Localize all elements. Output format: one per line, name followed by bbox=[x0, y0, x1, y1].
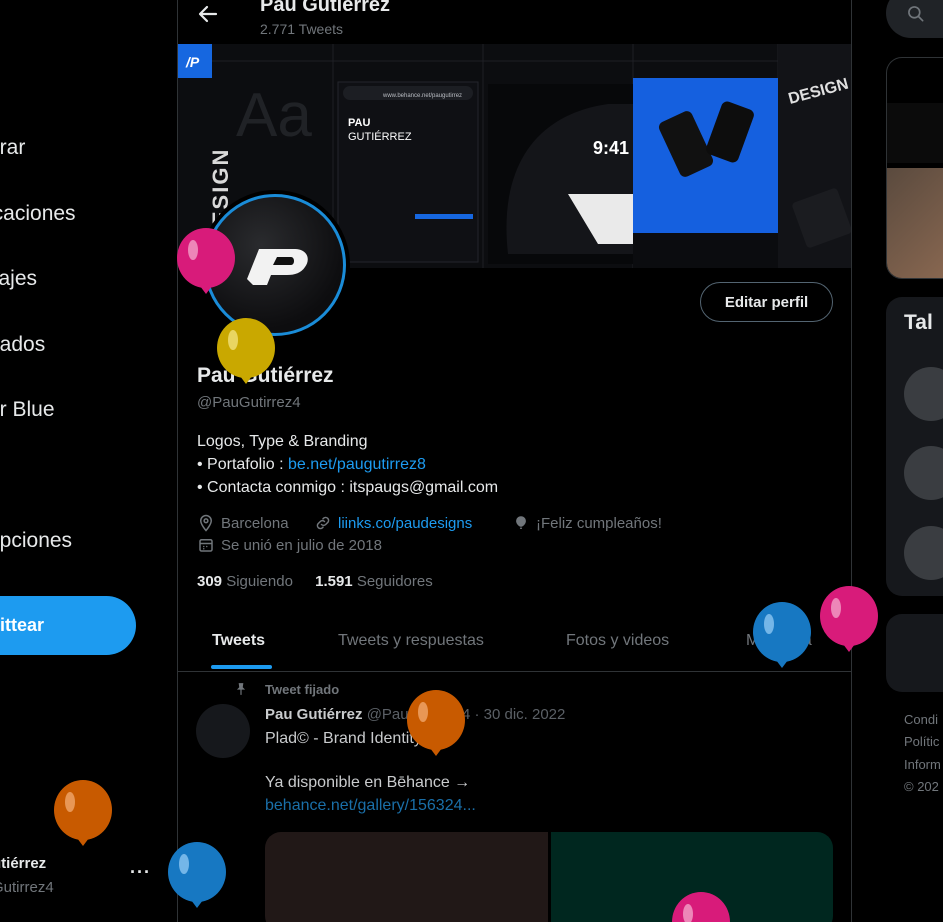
tweet-author-avatar[interactable] bbox=[196, 704, 250, 758]
birthday-text: ¡Feliz cumpleaños! bbox=[536, 514, 662, 532]
suggestion-avatar-3[interactable] bbox=[904, 526, 943, 580]
pau-logo-icon bbox=[247, 249, 308, 285]
account-name[interactable]: utiérrez bbox=[0, 855, 46, 872]
tweet-media[interactable] bbox=[265, 832, 833, 922]
profile-avatar[interactable] bbox=[204, 194, 346, 336]
tweet-button[interactable]: ittear bbox=[0, 596, 136, 655]
suggestion-avatar-1[interactable] bbox=[904, 367, 943, 421]
nav-item-notifications[interactable]: icaciones bbox=[0, 202, 76, 226]
svg-text:/P: /P bbox=[185, 54, 200, 70]
tweet-text-line-2: Ya disponible en Bēhance → bbox=[265, 774, 471, 791]
banner-clock: 9:41 bbox=[593, 138, 629, 158]
tweet-handle-date: @PauGutirrez4 · 30 dic. 2022 bbox=[366, 706, 566, 723]
banner-url: www.behance.net/paugutirrez bbox=[382, 93, 462, 99]
media-preview-2[interactable] bbox=[887, 168, 943, 278]
link-icon bbox=[316, 516, 330, 530]
profile-column: Pau Gutiérrez 2.771 Tweets /P Aa DESIGN … bbox=[177, 0, 852, 922]
nav-item-bookmarks[interactable]: dados bbox=[0, 333, 45, 357]
following-label: Siguiendo bbox=[226, 573, 293, 590]
joined-text: Se unió en julio de 2018 bbox=[221, 536, 382, 554]
footer-privacy[interactable]: Polític bbox=[904, 734, 939, 749]
nav-item-messages[interactable]: sajes bbox=[0, 267, 37, 291]
left-navigation: o orar icaciones sajes dados er Blue l o… bbox=[0, 0, 177, 922]
nav-item-explore[interactable]: orar bbox=[0, 136, 25, 160]
bio-line-1: Logos, Type & Branding bbox=[197, 433, 368, 450]
tweet-link[interactable]: behance.net/gallery/156324... bbox=[265, 797, 476, 815]
follow-stats: 309 Siguiendo 1.591 Seguidores bbox=[197, 573, 433, 590]
nav-item-twitter-blue[interactable]: er Blue bbox=[0, 398, 55, 422]
media-preview-card[interactable] bbox=[886, 57, 943, 279]
balloon-icon bbox=[516, 516, 526, 529]
search-icon bbox=[908, 6, 924, 22]
followers-label: Seguidores bbox=[356, 573, 433, 590]
banner-brand-name-2: GUTIÉRREZ bbox=[348, 130, 412, 143]
tab-tweets[interactable]: Tweets bbox=[212, 612, 265, 670]
bio-portfolio-link[interactable]: be.net/paugutirrez8 bbox=[288, 456, 426, 473]
search-input[interactable] bbox=[886, 0, 943, 38]
location-pin-icon bbox=[199, 514, 213, 532]
active-tab-indicator bbox=[211, 665, 272, 669]
suggestions-title: Tal bbox=[904, 311, 933, 334]
tweet-author-name: Pau Gutiérrez bbox=[265, 706, 363, 723]
location-text: Barcelona bbox=[221, 514, 289, 532]
website-link[interactable]: liinks.co/paudesigns bbox=[338, 515, 472, 532]
following-link[interactable]: 309 Siguiendo bbox=[197, 573, 293, 590]
bio-line-2: • Portafolio : be.net/paugutirrez8 bbox=[197, 456, 426, 474]
edit-profile-button[interactable]: Editar perfil bbox=[700, 282, 833, 322]
tab-tweets-and-replies[interactable]: Tweets y respuestas bbox=[338, 612, 484, 670]
profile-handle: @PauGutirrez4 bbox=[197, 394, 301, 411]
profile-tabs: Tweets Tweets y respuestas Fotos y video… bbox=[178, 612, 851, 672]
tweet-media-image-2[interactable] bbox=[551, 832, 833, 922]
right-sidebar: Tal Condi Polític Inform © 202 bbox=[852, 0, 943, 922]
nav-item-more-options[interactable]: opciones bbox=[0, 529, 72, 553]
footer-terms[interactable]: Condi bbox=[904, 712, 938, 727]
tweet-media-image-1[interactable] bbox=[265, 832, 548, 922]
banner-type-sample: Aa bbox=[236, 81, 312, 150]
bio-portfolio-label: • Portafolio : bbox=[197, 456, 288, 473]
followers-count: 1.591 bbox=[315, 573, 353, 590]
account-more-icon[interactable]: ··· bbox=[130, 862, 151, 883]
suggestion-avatar-2[interactable] bbox=[904, 446, 943, 500]
profile-website: liinks.co/paudesigns bbox=[314, 514, 472, 532]
header-profile-name: Pau Gutiérrez bbox=[260, 0, 391, 16]
profile-birthday: ¡Feliz cumpleaños! bbox=[512, 514, 662, 532]
banner-brand-name-1: PAU bbox=[348, 117, 370, 129]
tab-photos-videos[interactable]: Fotos y videos bbox=[566, 612, 669, 670]
pin-icon bbox=[236, 683, 246, 695]
profile-joined: Se unió en julio de 2018 bbox=[197, 536, 382, 554]
following-count: 309 bbox=[197, 573, 223, 590]
footer-info[interactable]: Inform bbox=[904, 757, 941, 772]
account-handle[interactable]: Gutirrez4 bbox=[0, 879, 54, 896]
tweet-author[interactable]: Pau Gutiérrez @PauGutirrez4 · 30 dic. 20… bbox=[265, 706, 565, 723]
back-arrow-icon[interactable] bbox=[196, 2, 220, 26]
bio-line-3: • Contacta conmigo : itspaugs@gmail.com bbox=[197, 479, 499, 496]
followers-link[interactable]: 1.591 Seguidores bbox=[315, 573, 433, 590]
header-tweet-count: 2.771 Tweets bbox=[260, 21, 344, 37]
media-preview-1[interactable] bbox=[887, 103, 943, 163]
who-to-follow-card: Tal bbox=[886, 297, 943, 596]
tweet-text-line-1: Plad© - Brand Identity bbox=[265, 730, 422, 747]
profile-location: Barcelona bbox=[197, 514, 289, 532]
extra-card[interactable] bbox=[886, 614, 943, 692]
pinned-tweet-label: Tweet fijado bbox=[265, 682, 340, 697]
calendar-icon bbox=[199, 539, 213, 552]
footer-copyright: © 202 bbox=[904, 779, 939, 794]
profile-name: Pau Gutiérrez bbox=[197, 364, 334, 387]
tab-likes[interactable]: Me gusta bbox=[746, 612, 812, 670]
